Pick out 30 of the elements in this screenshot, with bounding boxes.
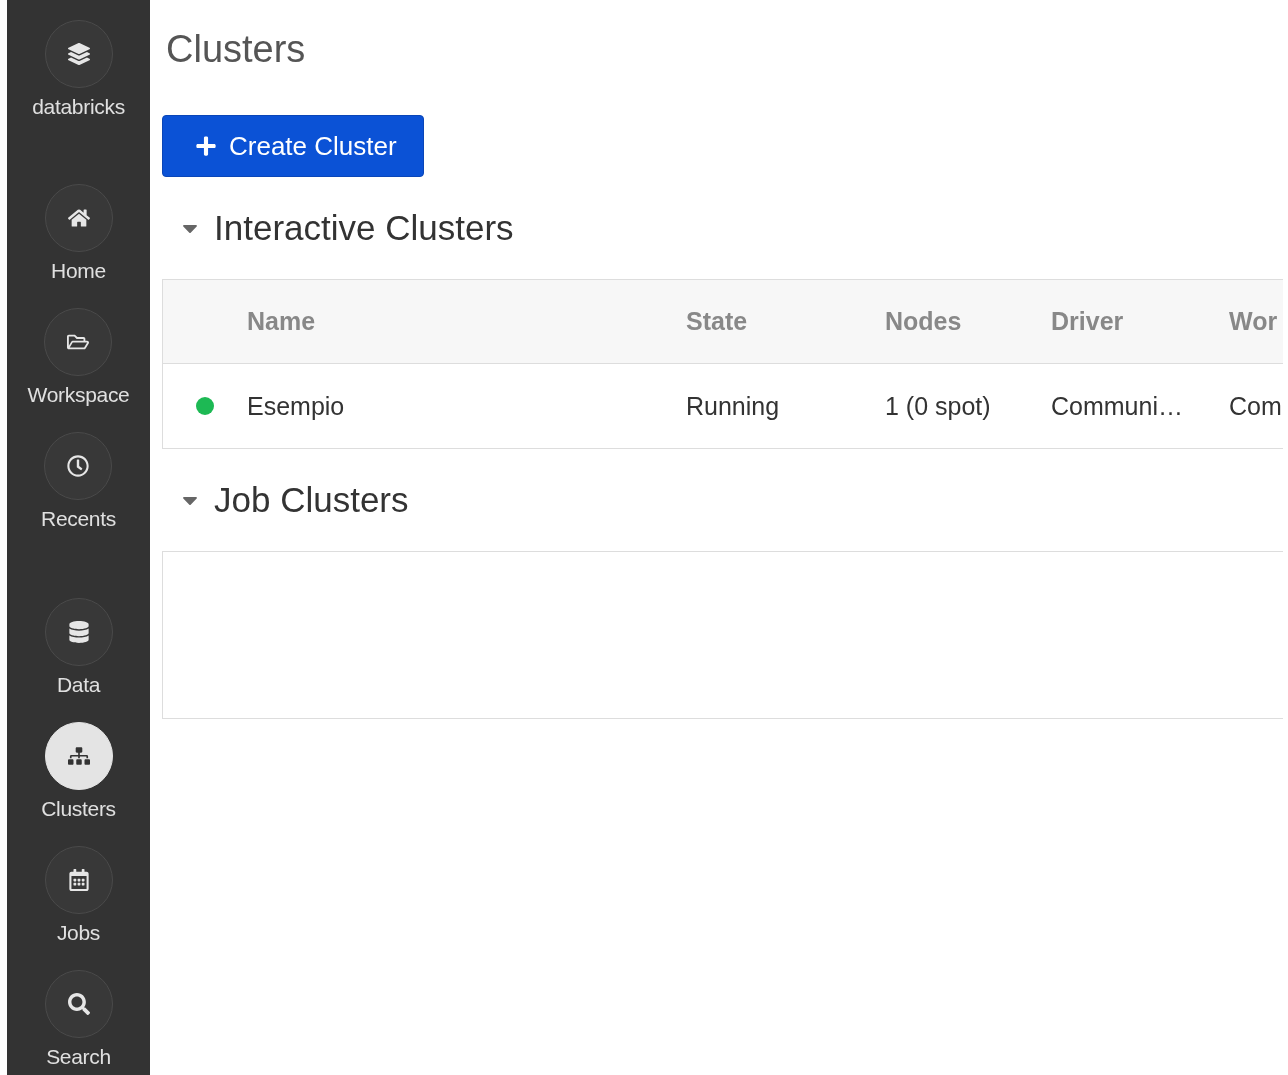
nav-label: Workspace bbox=[27, 382, 130, 408]
hierarchy-icon bbox=[67, 745, 90, 767]
nav-label: Search bbox=[46, 1044, 111, 1070]
column-header[interactable]: Nodes bbox=[885, 307, 1051, 336]
database-icon bbox=[67, 621, 90, 643]
section-title: Job Clusters bbox=[214, 479, 409, 521]
plus-icon bbox=[195, 135, 217, 157]
clock-icon bbox=[67, 455, 90, 477]
brand-name: databricks bbox=[32, 94, 125, 120]
search-icon bbox=[67, 993, 90, 1015]
table-cell-text: 1 (0 spot) bbox=[885, 391, 992, 421]
column-header[interactable]: State bbox=[686, 307, 885, 336]
cluster-name-link[interactable]: Esempio bbox=[247, 391, 686, 421]
table-cell-text: Communi… bbox=[1051, 391, 1184, 421]
column-header[interactable]: Driver bbox=[1051, 307, 1229, 336]
home-icon bbox=[67, 207, 90, 229]
table-cell-text: Running bbox=[686, 391, 781, 421]
nav-label: Data bbox=[56, 672, 101, 698]
calendar-icon bbox=[67, 869, 90, 891]
section-title: Interactive Clusters bbox=[214, 207, 514, 249]
column-header[interactable]: Name bbox=[247, 307, 686, 336]
nav-label: Clusters bbox=[41, 796, 116, 822]
create-cluster-button[interactable]: Create Cluster bbox=[162, 115, 424, 177]
table-cell: Com bbox=[1229, 391, 1283, 421]
nav-label: Recents bbox=[41, 506, 116, 532]
layers-icon bbox=[67, 43, 90, 65]
column-header[interactable]: Wor bbox=[1229, 307, 1283, 336]
nav-label: Home bbox=[51, 258, 106, 284]
nav-label: Jobs bbox=[56, 920, 101, 946]
page-title: Clusters bbox=[166, 27, 306, 72]
